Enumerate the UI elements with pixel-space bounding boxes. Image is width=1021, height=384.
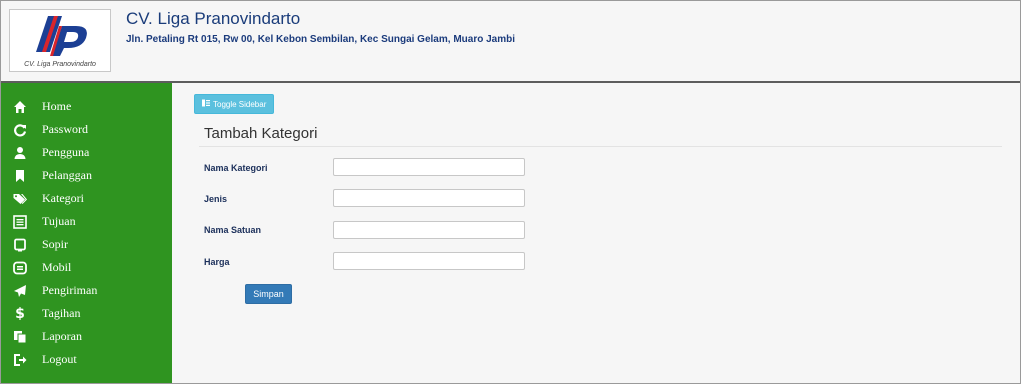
send-icon	[13, 284, 27, 298]
sidebar-item-label: Tujuan	[42, 214, 76, 228]
sidebar-item-mobil[interactable]: Mobil	[1, 256, 172, 279]
sidebar-item-label: Logout	[42, 352, 77, 366]
duplicate-icon	[13, 330, 27, 344]
sidebar-item-home[interactable]: Home	[1, 95, 172, 118]
phone-icon	[13, 238, 27, 252]
nama-kategori-input[interactable]	[333, 158, 525, 176]
logo-caption: CV. Liga Pranovindarto	[24, 61, 96, 68]
jenis-label: Jenis	[204, 194, 228, 204]
nama-kategori-label: Nama Kategori	[204, 163, 268, 173]
refresh-icon	[13, 123, 27, 137]
sidebar-item-pengguna[interactable]: Pengguna	[1, 141, 172, 164]
sidebar-item-label: Pengiriman	[42, 283, 98, 297]
sidebar-item-label: Mobil	[42, 260, 72, 274]
harga-label: Harga	[204, 257, 230, 267]
sidebar-item-label: Tagihan	[42, 306, 81, 320]
bookmark-icon	[13, 169, 27, 183]
simpan-button[interactable]: Simpan	[245, 284, 292, 304]
sidebar-item-password[interactable]: Password	[1, 118, 172, 141]
sidebar-item-label: Password	[42, 122, 89, 136]
sidebar-item-sopir[interactable]: Sopir	[1, 233, 172, 256]
sidebar-item-label: Home	[42, 99, 72, 113]
sidebar-item-tujuan[interactable]: Tujuan	[1, 210, 172, 233]
logo-mark	[36, 16, 87, 56]
sidebar-item-kategori[interactable]: Kategori	[1, 187, 172, 210]
list-alt-icon	[13, 214, 27, 229]
menu-icon	[202, 99, 210, 109]
dollar-icon: $	[15, 305, 25, 322]
sidebar-item-label: Laporan	[42, 329, 82, 343]
sidebar-item-label: Sopir	[42, 237, 69, 251]
sidebar-item-pelanggan[interactable]: Pelanggan	[1, 164, 172, 187]
main-content: Toggle Sidebar Tambah Kategori Nama Kate…	[172, 83, 1020, 383]
user-icon	[13, 146, 27, 160]
sidebar: Home Password Pengguna Pelanggan Kategor…	[1, 83, 172, 383]
sidebar-nav: Home Password Pengguna Pelanggan Kategor…	[1, 95, 172, 371]
tags-icon	[13, 192, 27, 206]
company-address: Jln. Petaling Rt 015, Rw 00, Kel Kebon S…	[126, 34, 515, 45]
sidebar-item-label: Kategori	[42, 191, 84, 205]
title-divider	[199, 146, 1002, 147]
page-title: Tambah Kategori	[204, 125, 318, 142]
page-header: CV. Liga Pranovindarto CV. Liga Pranovin…	[1, 1, 1020, 83]
company-logo: CV. Liga Pranovindarto	[9, 9, 111, 72]
sidebar-item-logout[interactable]: Logout	[1, 348, 172, 371]
toggle-sidebar-label: Toggle Sidebar	[213, 99, 267, 109]
nama-satuan-label: Nama Satuan	[204, 225, 262, 235]
log-out-icon	[13, 353, 27, 367]
nama-satuan-input[interactable]	[333, 221, 525, 239]
sidebar-item-tagihan[interactable]: $ Tagihan	[1, 302, 172, 325]
sidebar-item-label: Pelanggan	[42, 168, 92, 182]
app-window: CV. Liga Pranovindarto CV. Liga Pranovin…	[0, 0, 1021, 384]
modal-window-icon	[13, 261, 27, 275]
sidebar-item-laporan[interactable]: Laporan	[1, 325, 172, 348]
harga-input[interactable]	[333, 252, 525, 270]
company-name: CV. Liga Pranovindarto	[126, 9, 301, 28]
sidebar-item-label: Pengguna	[42, 145, 90, 159]
sidebar-item-pengiriman[interactable]: Pengiriman	[1, 279, 172, 302]
home-icon	[13, 100, 27, 114]
toggle-sidebar-button[interactable]: Toggle Sidebar	[194, 94, 275, 114]
jenis-input[interactable]	[333, 189, 525, 207]
